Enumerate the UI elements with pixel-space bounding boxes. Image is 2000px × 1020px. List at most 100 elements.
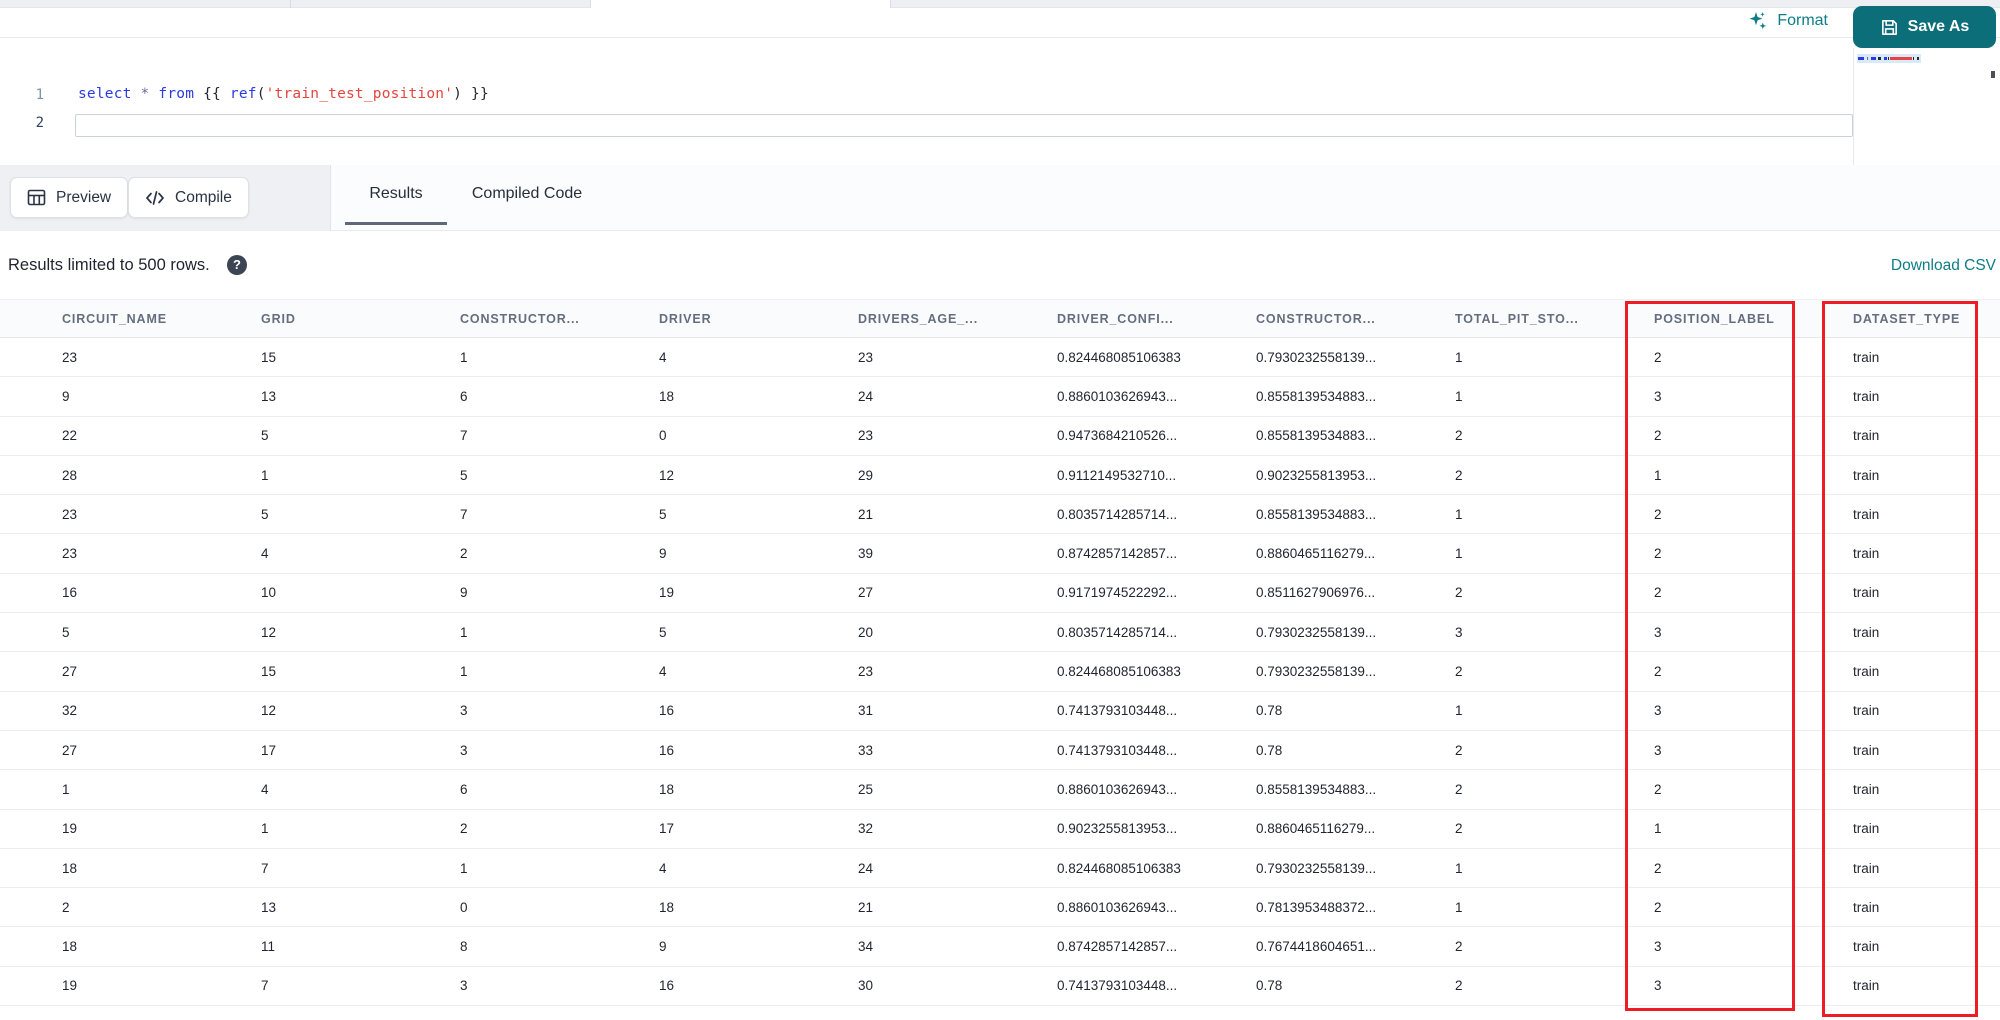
table-cell: 4 — [659, 860, 667, 876]
table-cell: train — [1853, 546, 1880, 562]
table-cell: 0.9171974522292... — [1057, 585, 1178, 601]
table-cell: 2 — [1654, 664, 1662, 680]
table-cell: 19 — [62, 978, 78, 994]
table-cell: 5 — [62, 624, 70, 640]
table-cell: 7 — [460, 428, 468, 444]
table-cell: 12 — [659, 467, 675, 483]
tab-compiled-code[interactable]: Compiled Code — [467, 165, 587, 223]
download-csv-link[interactable]: Download CSV — [1891, 257, 1996, 275]
editor-toolbar: Format Save As — [0, 6, 2000, 48]
table-cell: 18 — [659, 388, 675, 404]
table-cell: 6 — [460, 388, 468, 404]
minimap-token — [1871, 57, 1876, 60]
table-cell: 28 — [62, 467, 78, 483]
tab-results[interactable]: Results — [345, 165, 447, 223]
table-cell: 5 — [659, 624, 667, 640]
format-button[interactable]: Format — [1748, 11, 1828, 31]
table-cell: 13 — [261, 388, 277, 404]
active-line-input[interactable] — [75, 114, 1853, 137]
minimap-code-line — [1857, 54, 1921, 63]
table-cell: 27 — [62, 664, 78, 680]
table-cell: 1 — [1455, 388, 1463, 404]
minimap-token — [1883, 57, 1887, 60]
table-cell: 24 — [858, 388, 874, 404]
minimap-token — [1867, 57, 1869, 60]
table-cell: 3 — [1654, 703, 1662, 719]
table-cell: 3 — [460, 978, 468, 994]
table-cell: 0.7413793103448... — [1057, 978, 1178, 994]
table-cell: 27 — [858, 585, 874, 601]
sql-editor[interactable]: 1 2 select * from {{ ref('train_test_pos… — [0, 38, 2000, 173]
table-cell: 2 — [1455, 742, 1463, 758]
code-icon — [145, 189, 165, 207]
minimap-token — [1877, 57, 1878, 60]
table-row: 18 7 1 4 24 0.824468085106383 0.7930232558139.… — [0, 848, 2000, 889]
table-cell: 0.9023255813953... — [1057, 821, 1178, 837]
table-cell: 9 — [62, 388, 70, 404]
table-cell: 3 — [460, 742, 468, 758]
table-cell: 8 — [460, 939, 468, 955]
table-cell: train — [1853, 860, 1880, 876]
table-row: 28 1 5 12 29 0.9112149532710... 0.902325581395… — [0, 455, 2000, 496]
table-cell: 18 — [659, 899, 675, 915]
table-cell: 7 — [460, 506, 468, 522]
table-row: 16 10 9 19 27 0.9171974522292... 0.85116279069… — [0, 573, 2000, 614]
code-line-1[interactable]: select * from {{ ref('train_test_positio… — [78, 86, 489, 102]
table-cell: train — [1853, 388, 1880, 404]
table-cell: 1 — [1455, 546, 1463, 562]
table-cell: 4 — [659, 664, 667, 680]
preview-label: Preview — [56, 188, 112, 206]
editor-minimap[interactable] — [1853, 48, 1997, 173]
table-cell: 0.9473684210526... — [1057, 428, 1178, 444]
table-cell: 2 — [1654, 781, 1662, 797]
table-cell: 0.7930232558139... — [1256, 664, 1377, 680]
table-cell: 2 — [1654, 860, 1662, 876]
save-as-button[interactable]: Save As — [1853, 6, 1996, 48]
results-table: CIRCUIT_NAME GRID CONSTRUCTOR... DRIVER DRIV… — [0, 299, 2000, 1007]
table-header-row: CIRCUIT_NAME GRID CONSTRUCTOR... DRIVER DRIV… — [0, 299, 2000, 338]
table-cell: 7 — [261, 860, 269, 876]
table-cell: 0.824468085106383 — [1057, 349, 1181, 365]
table-cell: train — [1853, 899, 1880, 915]
table-cell: 0.8558139534883... — [1256, 428, 1377, 444]
table-cell: 2 — [460, 821, 468, 837]
button-zone: Preview Compile — [0, 165, 331, 231]
table-cell: 4 — [659, 349, 667, 365]
table-cell: 2 — [1455, 664, 1463, 680]
table-cell: 11 — [261, 939, 276, 955]
table-cell: 0.8511627906976... — [1256, 585, 1376, 601]
minimap-token — [1869, 57, 1870, 60]
code-token: ( — [256, 86, 266, 102]
table-cell: 2 — [1654, 349, 1662, 365]
compile-button[interactable]: Compile — [128, 177, 249, 218]
code-token: select — [78, 86, 132, 102]
table-cell: 22 — [62, 428, 78, 444]
table-cell: 1 — [460, 664, 468, 680]
table-cell: 12 — [261, 624, 277, 640]
table-row: 9 13 6 18 24 0.8860103626943... 0.855813953488… — [0, 377, 2000, 417]
column-header: CONSTRUCTOR... — [1256, 311, 1376, 326]
table-cell: 34 — [858, 939, 874, 955]
minimap-token — [1865, 57, 1866, 60]
active-file-tab[interactable] — [590, 0, 890, 8]
table-row: 1 4 6 18 25 0.8860103626943... 0.8558139534883… — [0, 770, 2000, 810]
preview-button[interactable]: Preview — [10, 177, 129, 218]
minimap-token — [1889, 57, 1912, 60]
table-cell: 0 — [659, 428, 667, 444]
table-cell: 24 — [858, 860, 874, 876]
table-cell: 0.8860103626943... — [1057, 388, 1178, 404]
column-header: GRID — [261, 311, 296, 326]
table-cell: 0.8860103626943... — [1057, 899, 1178, 915]
table-cell: 16 — [62, 585, 78, 601]
sparkles-icon — [1748, 11, 1768, 31]
table-cell: train — [1853, 585, 1880, 601]
table-cell: 10 — [261, 585, 277, 601]
column-header: DRIVER_CONFI... — [1057, 311, 1174, 326]
table-cell: 19 — [659, 585, 675, 601]
table-row: 32 12 3 16 31 0.7413793103448... 0.78 1 3 train — [0, 691, 2000, 731]
column-header: TOTAL_PIT_STO... — [1455, 311, 1579, 326]
help-icon[interactable]: ? — [227, 255, 247, 275]
format-label: Format — [1777, 12, 1828, 29]
table-cell: 30 — [858, 978, 874, 994]
